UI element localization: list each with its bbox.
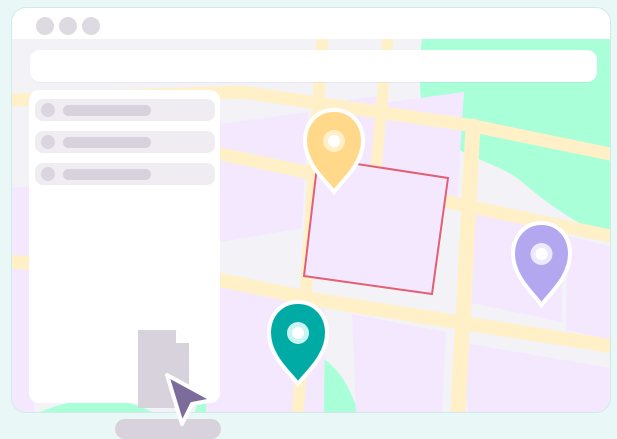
location-pin-icon: [266, 299, 330, 388]
cursor-icon: [165, 373, 215, 426]
sidebar-item[interactable]: [35, 163, 215, 185]
map-block: [210, 112, 308, 244]
sidebar-item[interactable]: [35, 131, 215, 153]
cursor-icon[interactable]: [158, 366, 224, 432]
address-bar[interactable]: [30, 50, 597, 82]
sidebar-item-icon: [41, 167, 55, 181]
location-pin-purple[interactable]: [509, 219, 574, 311]
sidebar-item-icon: [41, 103, 55, 117]
screen: [0, 0, 617, 439]
window-control-close[interactable]: [36, 17, 54, 35]
window-control-maximize[interactable]: [82, 17, 100, 35]
sidebar-item-label: [63, 169, 151, 180]
browser-window: [12, 8, 610, 412]
sidebar-item-label: [63, 137, 151, 148]
sidebar-item-label: [63, 105, 151, 116]
sidebar-item[interactable]: [35, 99, 215, 121]
sidebar-item-icon: [41, 135, 55, 149]
location-pin-yellow[interactable]: [301, 106, 367, 198]
location-pin-icon: [302, 107, 366, 196]
location-pin-teal[interactable]: [265, 298, 331, 390]
window-control-minimize[interactable]: [59, 17, 77, 35]
location-pin-icon: [510, 220, 573, 309]
window-title-bar: [12, 8, 610, 39]
